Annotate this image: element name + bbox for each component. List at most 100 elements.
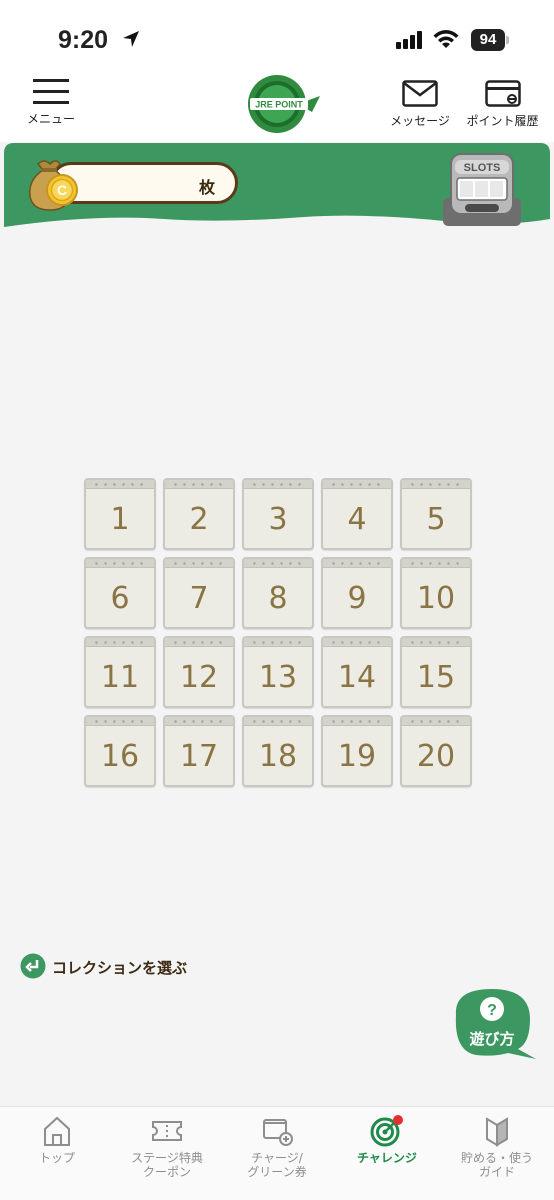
tab-guide-label: 貯める・使う ガイド <box>460 1151 533 1179</box>
collection-slot-18[interactable]: 18 <box>242 715 314 787</box>
slot-header-strip <box>323 480 391 489</box>
slot-dots <box>408 483 464 486</box>
slot-header-strip <box>244 480 312 489</box>
signal-icon <box>396 31 422 49</box>
collection-slot-14[interactable]: 14 <box>321 636 393 708</box>
slot-number: 13 <box>258 660 298 695</box>
collection-slot-15[interactable]: 15 <box>400 636 472 708</box>
slot-header-strip <box>323 638 391 647</box>
slot-header-strip <box>165 480 233 489</box>
target-icon <box>370 1115 403 1147</box>
slot-dots <box>329 720 385 723</box>
slot-header-strip <box>165 717 233 726</box>
tab-guide[interactable]: 貯める・使う ガイド <box>442 1115 552 1179</box>
slot-header-strip <box>86 717 154 726</box>
logo-text: JRE POINT <box>255 100 303 110</box>
slot-dots <box>329 483 385 486</box>
slot-number: 8 <box>268 581 288 616</box>
collection-slot-4[interactable]: 4 <box>321 478 393 550</box>
slot-dots <box>250 483 306 486</box>
collection-slot-8[interactable]: 8 <box>242 557 314 629</box>
slot-dots <box>408 562 464 565</box>
slot-dots <box>250 641 306 644</box>
collection-slot-6[interactable]: 6 <box>84 557 156 629</box>
tab-top[interactable]: トップ <box>2 1115 112 1165</box>
slot-number: 19 <box>337 739 377 774</box>
slot-dots <box>171 483 227 486</box>
collection-slot-7[interactable]: 7 <box>163 557 235 629</box>
choose-collection-label: コレクションを選ぶ <box>52 959 188 977</box>
slot-header-strip <box>323 717 391 726</box>
slot-dots <box>92 720 148 723</box>
slot-header-strip <box>402 638 470 647</box>
collection-slot-9[interactable]: 9 <box>321 557 393 629</box>
slot-header-strip <box>323 559 391 568</box>
slot-number: 10 <box>416 581 456 616</box>
collection-slot-10[interactable]: 10 <box>400 557 472 629</box>
how-to-play-button[interactable]: ? 遊び方 <box>446 985 538 1061</box>
collection-slot-16[interactable]: 16 <box>84 715 156 787</box>
slot-dots <box>171 641 227 644</box>
slot-header-strip <box>244 559 312 568</box>
help-bubble-icon: ? <box>455 989 536 1059</box>
tab-stage-coupon-label: ステージ特典 クーポン <box>131 1151 203 1179</box>
battery-indicator: 94 <box>471 29 505 51</box>
point-history-label: ポイント履歴 <box>466 114 539 128</box>
jre-point-logo[interactable]: JRE POINT <box>246 74 322 134</box>
point-history-button[interactable]: ポイント履歴 <box>465 78 540 129</box>
home-icon <box>44 1116 70 1146</box>
battery-tip <box>506 36 509 44</box>
collection-slot-17[interactable]: 17 <box>163 715 235 787</box>
slot-number: 16 <box>100 739 140 774</box>
slot-dots <box>171 720 227 723</box>
message-button[interactable]: メッセージ <box>388 78 452 129</box>
collection-slot-19[interactable]: 19 <box>321 715 393 787</box>
point-card-icon <box>484 80 521 107</box>
bottom-tab-bar: トップ ステージ特典 クーポン チャージ/グリーン券 チャレンジ 貯める・使う … <box>0 1106 554 1200</box>
slot-number: 11 <box>100 660 140 695</box>
collection-slot-1[interactable]: 1 <box>84 478 156 550</box>
location-arrow-icon <box>123 31 139 47</box>
collection-slot-5[interactable]: 5 <box>400 478 472 550</box>
slot-dots <box>329 641 385 644</box>
svg-text:?: ? <box>487 1002 497 1019</box>
slot-number: 20 <box>416 739 456 774</box>
collection-slot-12[interactable]: 12 <box>163 636 235 708</box>
slot-dots <box>171 562 227 565</box>
status-bar: 9:20 94 <box>0 0 554 70</box>
tab-challenge[interactable]: チャレンジ <box>332 1115 442 1165</box>
slot-dots <box>92 641 148 644</box>
app-header: メニュー JRE POINT メッセージ ポイント履歴 <box>0 70 554 142</box>
slot-header-strip <box>402 480 470 489</box>
tab-top-label: トップ <box>38 1151 75 1165</box>
slot-number: 6 <box>110 581 130 616</box>
message-label: メッセージ <box>390 114 450 128</box>
slot-number: 4 <box>347 502 367 537</box>
slot-dots <box>329 562 385 565</box>
collection-slot-20[interactable]: 20 <box>400 715 472 787</box>
menu-button[interactable]: メニュー <box>22 78 80 134</box>
slot-header-strip <box>165 638 233 647</box>
slot-number: 7 <box>189 581 209 616</box>
return-arrow-icon <box>20 953 46 979</box>
collection-slot-13[interactable]: 13 <box>242 636 314 708</box>
money-bag-icon: C <box>29 160 78 211</box>
charge-icon <box>263 1119 293 1146</box>
slot-number: 17 <box>179 739 219 774</box>
slot-number: 18 <box>258 739 298 774</box>
slot-number: 5 <box>426 502 446 537</box>
collection-slot-11[interactable]: 11 <box>84 636 156 708</box>
ticket-icon <box>152 1121 182 1141</box>
slot-dots <box>408 641 464 644</box>
slot-machine-button[interactable]: SLOTS <box>441 150 523 228</box>
slot-header-strip <box>402 559 470 568</box>
coin-unit: 枚 <box>199 178 216 197</box>
hamburger-icon <box>33 79 69 104</box>
slot-number: 9 <box>347 581 367 616</box>
collection-slot-3[interactable]: 3 <box>242 478 314 550</box>
tab-charge-green-ticket[interactable]: チャージ/グリーン券 <box>222 1115 332 1179</box>
tab-stage-coupon[interactable]: ステージ特典 クーポン <box>112 1115 222 1179</box>
slot-dots <box>92 562 148 565</box>
collection-slot-2[interactable]: 2 <box>163 478 235 550</box>
collection-grid: 1 2 3 4 5 6 7 8 9 10 11 12 13 14 15 16 17 18 19 20 <box>84 478 474 787</box>
